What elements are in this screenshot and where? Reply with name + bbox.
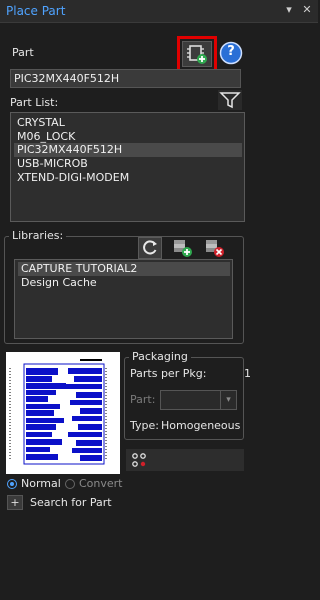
refresh-icon [143,240,157,255]
normal-radio[interactable] [7,479,17,489]
close-icon[interactable]: ✕ [300,3,314,17]
part-list[interactable]: CRYSTAL M06_LOCK PIC32MX440F512H USB-MIC… [10,112,245,222]
parts-per-pkg-label: Parts per Pkg: [130,367,207,380]
part-label: Part [12,46,34,59]
convert-label[interactable]: Convert [79,477,123,490]
search-for-part-label[interactable]: Search for Part [30,496,112,509]
convert-radio[interactable] [65,479,75,489]
chevron-down-icon[interactable]: ▾ [220,391,236,409]
remove-library-button[interactable] [202,237,228,259]
add-library-icon [174,240,192,257]
part-select[interactable]: ▾ [160,390,237,410]
part-symbol-preview [9,359,107,465]
part-preview [6,352,120,474]
panel-title: Place Part [6,4,66,18]
parts-per-pkg-value: 1 [244,367,251,380]
libraries-label: Libraries: [9,229,67,242]
filter-button[interactable] [218,90,242,110]
chip-add-icon [187,45,207,64]
type-value: Homogeneous [161,419,241,432]
pin-dropdown-icon[interactable]: ▾ [282,3,296,17]
part-list-item[interactable]: M06_LOCK [17,130,75,144]
refresh-button[interactable] [138,237,162,259]
filter-icon [219,92,241,109]
part-list-item[interactable]: USB-MICROB [17,157,88,171]
part-list-item[interactable]: CRYSTAL [17,116,65,130]
add-part-button[interactable] [182,41,212,67]
part-list-item[interactable]: XTEND-DIGI-MODEM [17,171,129,185]
normal-radio-dot [10,482,14,486]
help-glyph: ? [227,44,235,59]
part-list-item-selected[interactable]: PIC32MX440F512H [14,143,242,157]
add-library-button[interactable] [170,237,196,259]
part-list-label: Part List: [10,96,59,109]
pin-visibility-button[interactable] [130,451,148,469]
packaging-title: Packaging [129,350,191,363]
part-name-input[interactable]: PIC32MX440F512H [10,69,241,88]
library-item-selected[interactable]: CAPTURE TUTORIAL2 [18,262,230,276]
libraries-list[interactable]: CAPTURE TUTORIAL2 Design Cache [14,259,233,339]
pins-icon [132,453,146,467]
library-item[interactable]: Design Cache [21,276,97,290]
search-expand-button[interactable]: + [7,495,23,510]
help-button[interactable]: ? [219,41,243,65]
remove-library-icon [206,240,224,257]
part-select-label: Part: [130,393,156,406]
normal-label[interactable]: Normal [21,477,61,490]
type-label: Type: [130,419,159,432]
